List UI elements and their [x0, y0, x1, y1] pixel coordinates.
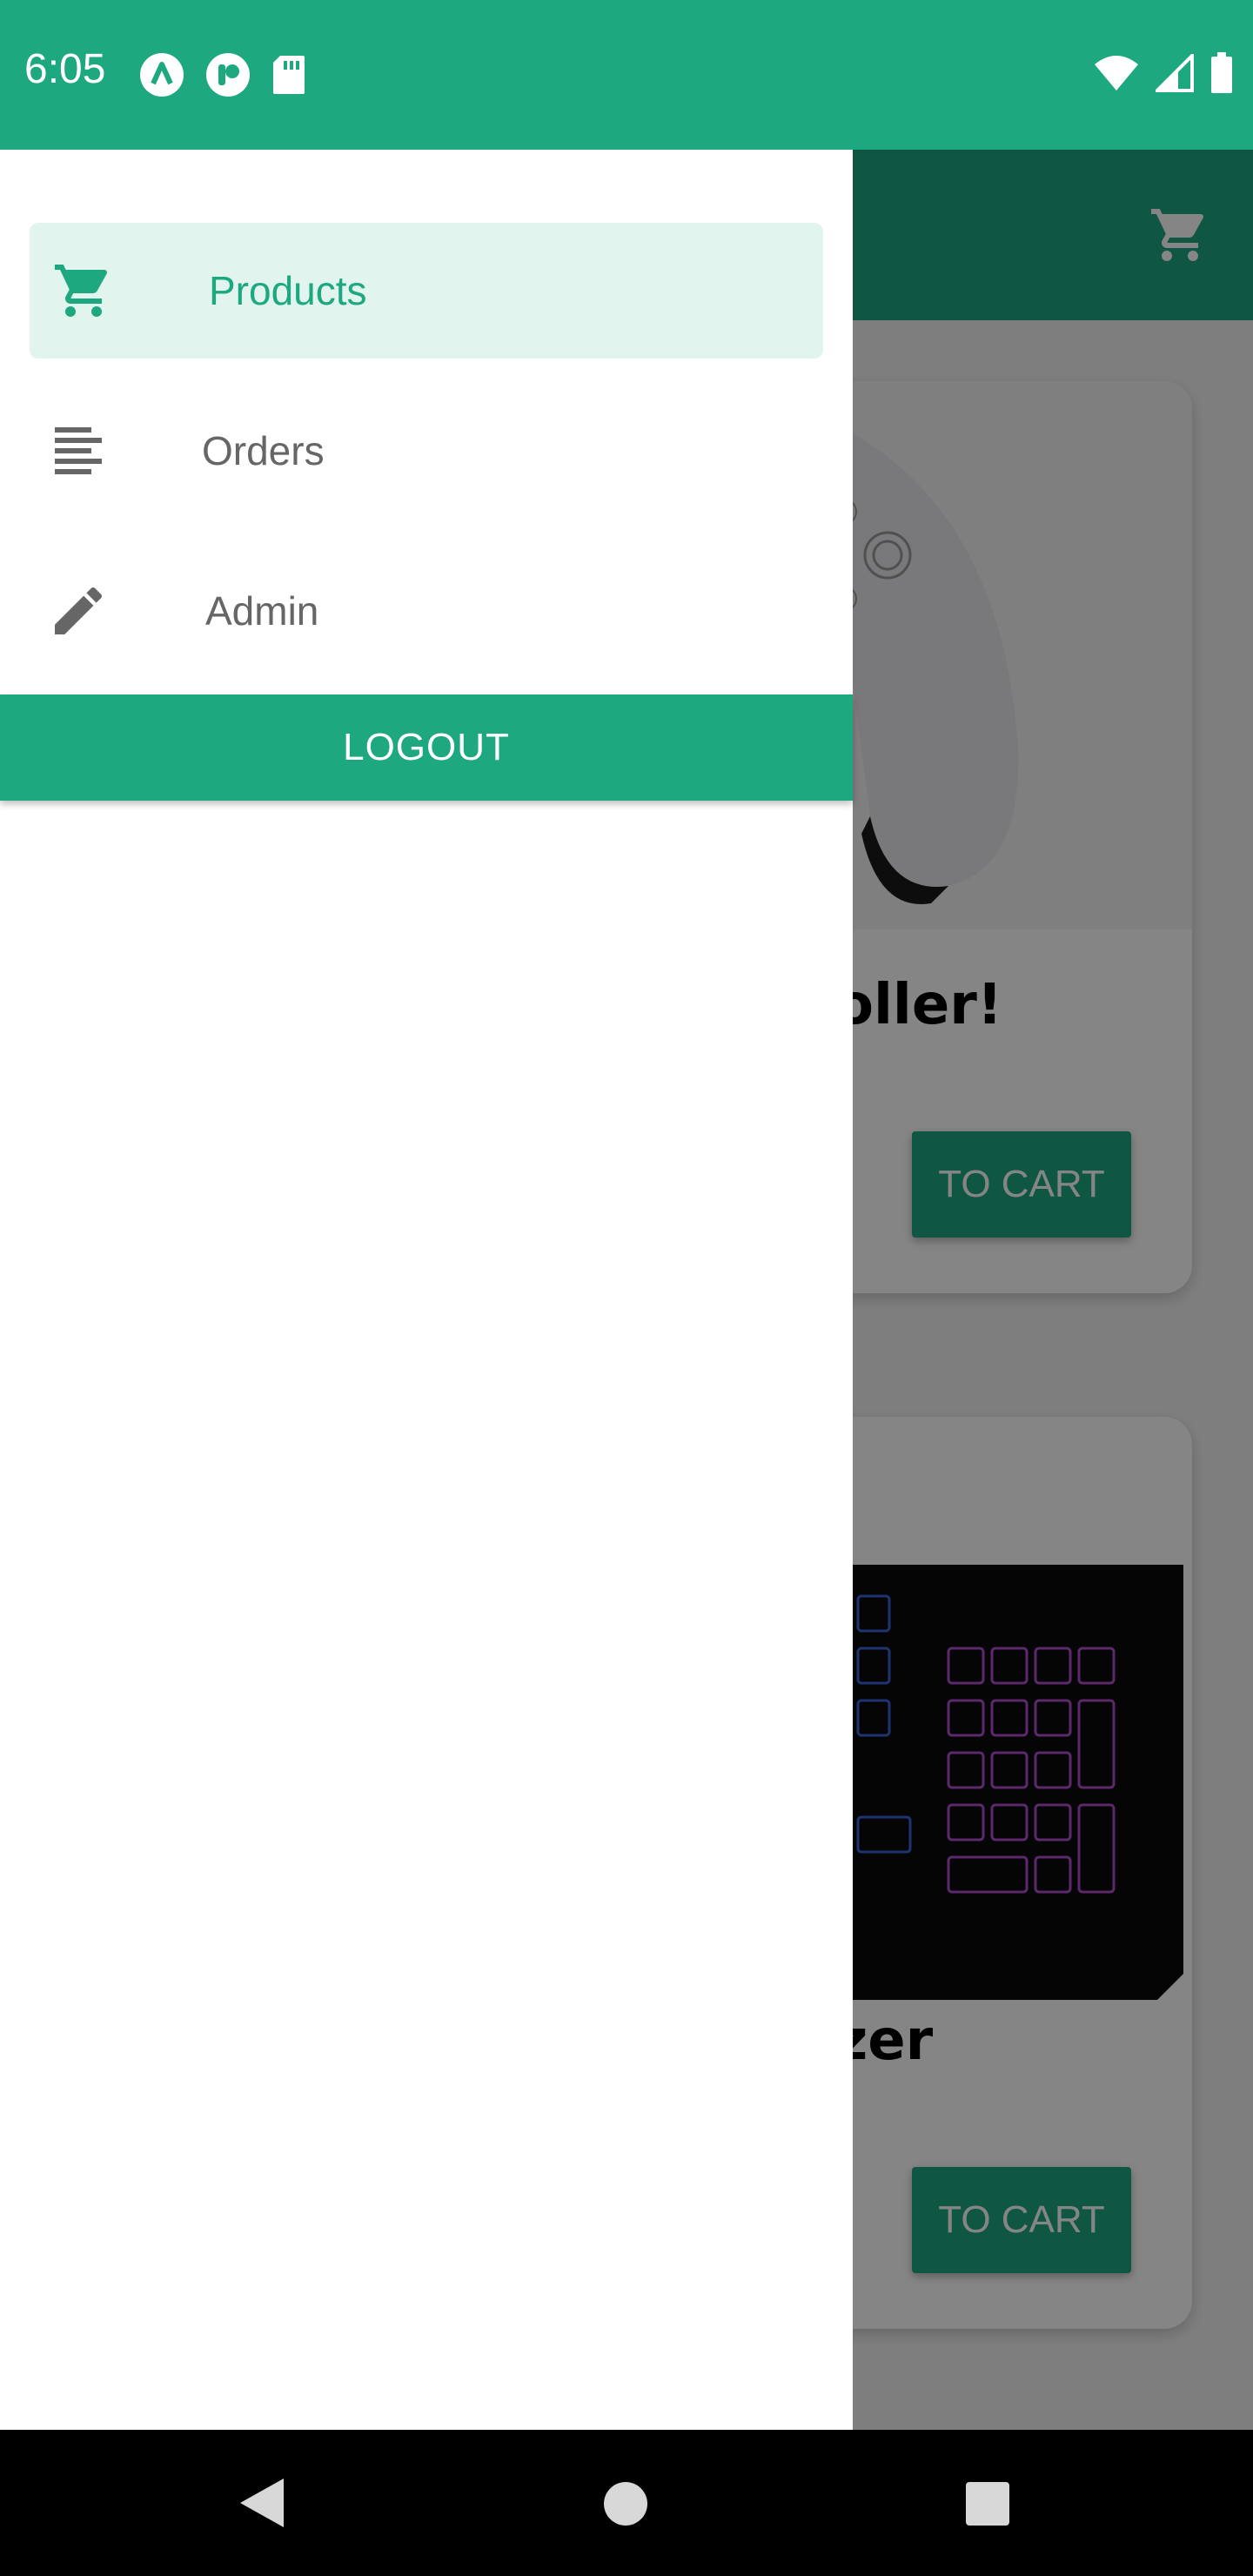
drawer-item-admin[interactable]: Admin [30, 543, 823, 679]
status-left-icons [139, 52, 306, 102]
logout-button[interactable]: LOGOUT [0, 694, 853, 801]
recents-icon[interactable] [966, 2482, 1009, 2526]
pencil-icon [47, 580, 110, 642]
system-nav-bar [0, 2430, 1253, 2576]
list-icon [47, 419, 110, 482]
cart-icon [52, 259, 115, 322]
status-time: 6:05 [24, 46, 106, 92]
drawer-item-orders[interactable]: Orders [30, 383, 823, 519]
app-p-icon [205, 52, 251, 102]
cell-signal-icon [1153, 51, 1194, 97]
navigation-drawer: Products Orders Admin LOGOUT [0, 150, 853, 2430]
sd-card-icon [271, 54, 306, 100]
battery-icon [1209, 52, 1234, 98]
wifi-icon [1093, 54, 1140, 97]
drawer-item-products[interactable]: Products [30, 223, 823, 359]
drawer-item-label: Products [209, 268, 367, 313]
back-icon[interactable] [237, 2475, 285, 2535]
status-right-icons [1093, 51, 1234, 98]
status-bar: 6:05 [0, 0, 1253, 150]
drawer-item-label: Admin [205, 588, 319, 634]
drawer-item-label: Orders [202, 428, 325, 473]
app-a-icon [139, 52, 184, 102]
home-icon[interactable] [604, 2482, 647, 2526]
